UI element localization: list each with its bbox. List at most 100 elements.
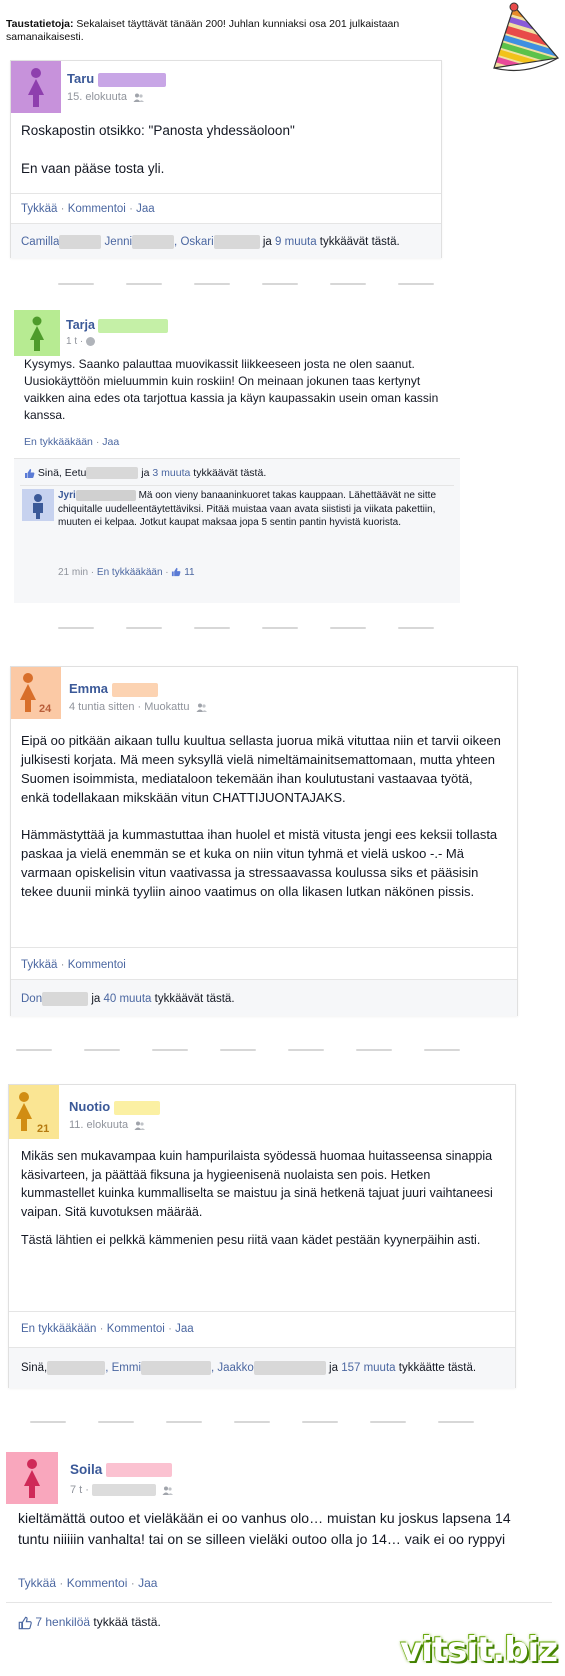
liker-name[interactable]: Jenni — [105, 236, 133, 248]
avatar[interactable] — [9, 1085, 59, 1139]
liker-name[interactable]: Don — [21, 993, 42, 1005]
comment-link[interactable]: Kommentoi — [68, 959, 126, 971]
post-taru: Taru 15. elokuuta Roskapostin otsikko: "… — [10, 60, 442, 258]
post-paragraph: Mikäs sen mukavampaa kuin hampurilaista … — [21, 1149, 493, 1219]
redacted-surname — [113, 1100, 160, 1115]
comment-link[interactable]: Kommentoi — [68, 203, 126, 215]
like-link[interactable]: Tykkää — [21, 203, 57, 215]
female-silhouette-icon — [16, 1092, 32, 1131]
liker-name[interactable]: Jaakko — [217, 1362, 253, 1374]
share-link[interactable]: Jaa — [138, 1576, 157, 1590]
separator — [11, 947, 517, 948]
liker-name[interactable]: Oskari — [180, 236, 213, 248]
author-name[interactable]: Tarja — [66, 318, 169, 333]
post-tarja: Tarja 1 t · Kysymys. Saanko palauttaa mu… — [14, 310, 460, 603]
others-link[interactable]: 157 muuta — [341, 1362, 395, 1374]
post-paragraph: kieltämättä outoo et vieläkään ei oo van… — [18, 1510, 511, 1547]
female-silhouette-icon — [28, 68, 44, 107]
comment-meta: 21 min · En tykkääkään · 11 — [58, 567, 195, 578]
friends-audience-icon — [134, 1121, 146, 1130]
post-date[interactable]: 4 tuntia sitten · Muokattu — [69, 701, 207, 713]
like-link[interactable]: Tykkää — [21, 959, 57, 971]
party-hat-icon — [488, 2, 562, 74]
post-paragraph: Eipä oo pitkään aikaan tullu kuultua sel… — [21, 733, 501, 805]
post-paragraph: En vaan pääse tosta yli. — [21, 161, 165, 176]
age-badge: 24 — [39, 703, 52, 715]
avatar[interactable] — [6, 1452, 58, 1504]
redacted-surname — [213, 235, 260, 249]
post-body: kieltämättä outoo et vieläkään ei oo van… — [18, 1508, 518, 1550]
post-date[interactable]: 7 t · — [70, 1484, 174, 1497]
redacted-surname — [132, 235, 175, 249]
avatar[interactable] — [11, 61, 61, 113]
likers-link[interactable]: 7 henkilöä — [35, 1615, 90, 1629]
redacted-surname — [75, 489, 136, 501]
post-actions: Tykkää · Kommentoi · Jaa — [18, 1576, 158, 1590]
author-name[interactable]: Emma — [69, 681, 158, 697]
avatar[interactable] — [14, 310, 60, 356]
share-link[interactable]: Jaa — [136, 203, 155, 215]
post-divider — [0, 1046, 565, 1054]
comment-link[interactable]: Kommentoi — [107, 1323, 165, 1335]
post-date[interactable]: 1 t · — [66, 336, 96, 347]
post-body: Mikäs sen mukavampaa kuin hampurilaista … — [21, 1147, 501, 1250]
post-divider — [0, 624, 565, 632]
comment-like-count[interactable]: 11 — [171, 567, 195, 578]
comment-avatar[interactable] — [22, 489, 54, 521]
share-link[interactable]: Jaa — [175, 1323, 194, 1335]
post-date[interactable]: 11. elokuuta — [69, 1119, 146, 1131]
friends-audience-icon — [196, 703, 207, 712]
likes-summary: Sinä, Eetu ja 3 muuta tykkäävät tästä. — [24, 467, 266, 480]
author-name[interactable]: Taru — [67, 71, 166, 87]
post-actions: En tykkääkään · Kommentoi · Jaa — [21, 1323, 194, 1335]
post-date[interactable]: 15. elokuuta — [67, 91, 144, 103]
author-name[interactable]: Soila — [70, 1462, 173, 1478]
redacted-surname — [106, 1463, 173, 1478]
comment-time[interactable]: 21 min — [58, 567, 88, 578]
separator — [11, 193, 441, 194]
post-divider — [0, 1418, 565, 1426]
comment-link[interactable]: Kommentoi — [67, 1576, 128, 1590]
redacted-surname — [59, 235, 102, 249]
likes-summary: Sinä,, Emmi, Jaakko ja 157 muuta tykkäät… — [21, 1361, 477, 1375]
redacted-location — [92, 1484, 157, 1497]
share-link[interactable]: Jaa — [102, 436, 119, 448]
redacted-surname — [42, 992, 89, 1006]
post-emma: 24 Emma 4 tuntia sitten · Muokattu Eipä … — [10, 666, 518, 1016]
post-body: Eipä oo pitkään aikaan tullu kuultua sel… — [21, 731, 501, 901]
others-link[interactable]: 3 muuta — [152, 467, 190, 479]
redacted-surname — [98, 318, 169, 333]
thumbs-up-icon — [171, 567, 181, 577]
post-body: Roskapostin otsikko: "Panosta yhdessäolo… — [21, 121, 431, 179]
post-body: Kysymys. Saanko palauttaa muovikassit li… — [24, 356, 444, 424]
post-nuotio: 21 Nuotio 11. elokuuta Mikäs sen mukavam… — [8, 1084, 516, 1388]
commenter-name[interactable]: Jyri — [58, 490, 76, 501]
unlike-link[interactable]: En tykkääkään — [21, 1323, 96, 1335]
separator — [20, 485, 454, 486]
comment-unlike-link[interactable]: En tykkääkään — [97, 567, 163, 578]
post-actions: Tykkää · Kommentoi — [21, 959, 126, 971]
male-silhouette-icon — [33, 494, 43, 519]
others-link[interactable]: 40 muuta — [103, 993, 151, 1005]
redacted-surname — [111, 682, 158, 697]
avatar[interactable] — [11, 667, 61, 719]
comment: Jyri Mä oon vieny banaaninkuoret takas k… — [22, 489, 452, 599]
comments-box: Sinä, Eetu ja 3 muuta tykkäävät tästä. J… — [14, 458, 460, 603]
female-silhouette-icon — [20, 673, 36, 712]
liker-name[interactable]: Emmi — [112, 1362, 141, 1374]
author-name[interactable]: Nuotio — [69, 1099, 160, 1115]
others-link[interactable]: 9 muuta — [275, 236, 317, 248]
redacted-surname — [47, 1361, 106, 1375]
post-paragraph: Roskapostin otsikko: "Panosta yhdessäolo… — [21, 123, 295, 138]
likes-summary: 7 henkilöä tykkää tästä. — [18, 1615, 161, 1630]
redacted-surname — [253, 1361, 326, 1375]
post-actions: Tykkää · Kommentoi · Jaa — [21, 203, 155, 215]
post-paragraph: Hämmästyttää ja kummastuttaa ihan huolel… — [21, 827, 498, 899]
post-actions: En tykkääkään · Jaa — [24, 436, 120, 448]
liker-name[interactable]: Camilla — [21, 236, 59, 248]
comment-text: Jyri Mä oon vieny banaaninkuoret takas k… — [58, 489, 438, 530]
like-link[interactable]: Tykkää — [18, 1576, 56, 1590]
thumbs-up-icon — [24, 468, 35, 479]
post-divider — [0, 280, 565, 288]
unlike-link[interactable]: En tykkääkään — [24, 436, 93, 448]
